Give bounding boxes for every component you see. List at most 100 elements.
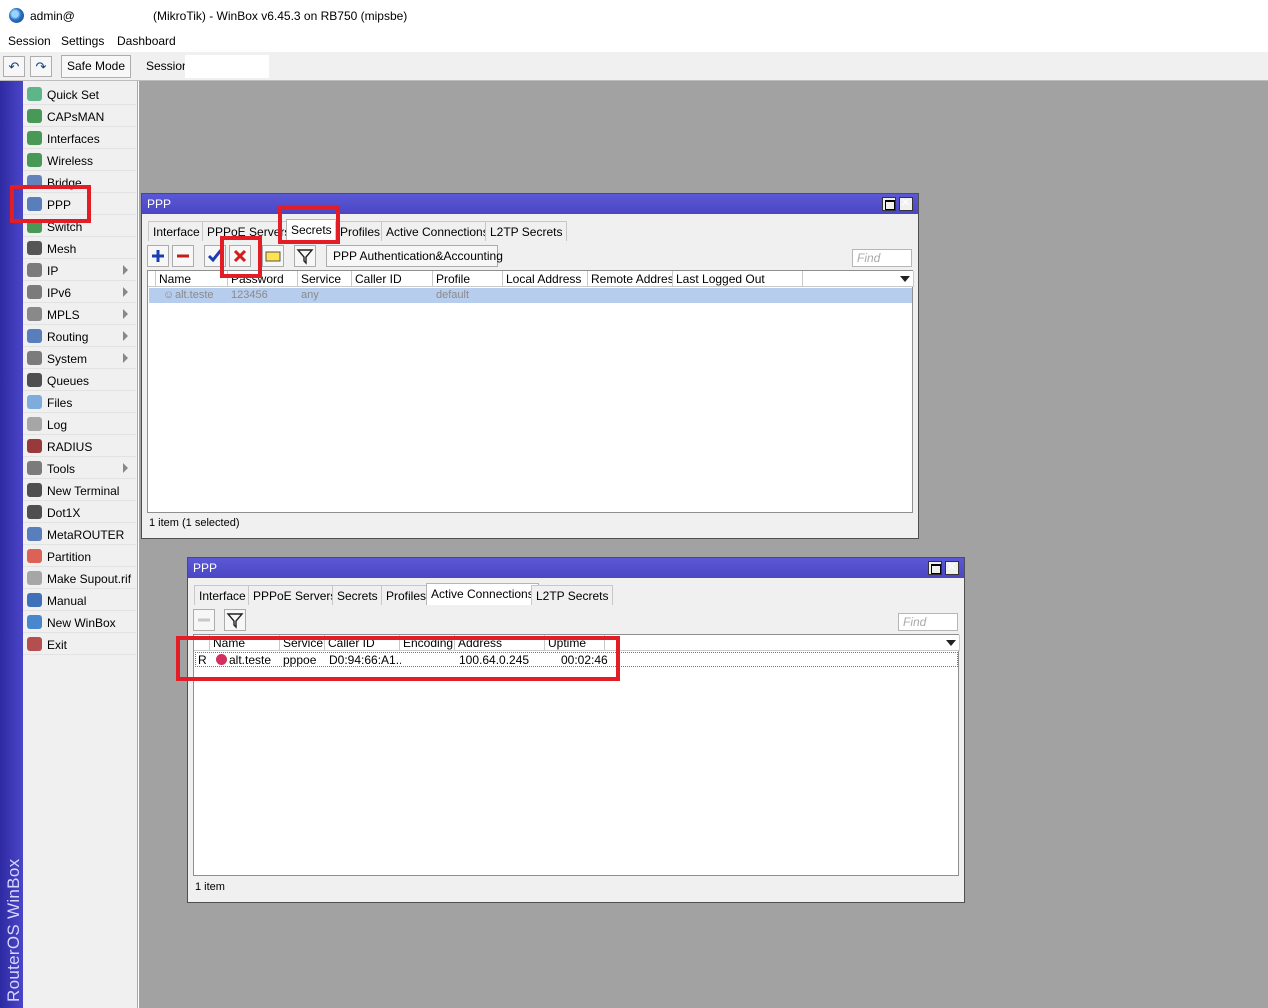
columns-dropdown-icon[interactable] [900,276,910,282]
sidebar-item-tools[interactable]: Tools [23,457,136,479]
sidebar-item-wireless[interactable]: Wireless [23,149,136,171]
sidebar-item-manual[interactable]: Manual [23,589,136,611]
sidebar-item-queues[interactable]: Queues [23,369,136,391]
tab-active-connections[interactable]: Active Connections [381,221,494,241]
filter-button[interactable] [224,609,246,631]
ip-icon [27,263,42,277]
col-name[interactable]: Name [156,271,228,287]
remove-button[interactable] [172,245,194,267]
sidebar-item-make-supout-rif[interactable]: Make Supout.rif [23,567,136,589]
tab-interface[interactable]: Interface [194,585,251,605]
sidebar-item-label: Exit [47,638,68,652]
user-icon: ☺ [163,289,175,301]
filter-icon [296,249,314,265]
submenu-arrow-icon [123,265,128,275]
window-titlebar[interactable]: PPP [188,558,964,578]
menu-session[interactable]: Session [8,34,51,48]
maximize-button[interactable] [882,197,896,211]
filter-icon [226,613,244,629]
sidebar-item-label: Routing [47,330,89,344]
mpls-icon [27,307,42,321]
col-caller-id[interactable]: Caller ID [352,271,433,287]
sidebar-item-log[interactable]: Log [23,413,136,435]
sidebar-item-partition[interactable]: Partition [23,545,136,567]
safe-mode-button[interactable]: Safe Mode [61,55,131,78]
sidebar-item-dot1x[interactable]: Dot1X [23,501,136,523]
window-titlebar[interactable]: PPP [142,194,918,214]
redo-button[interactable]: ↷ [30,56,52,77]
tools-icon [27,461,42,475]
submenu-arrow-icon [123,309,128,319]
quick-set-icon [27,87,42,101]
partition-icon [27,549,42,563]
find-input[interactable]: Find [852,249,912,267]
sidebar-item-ipv6[interactable]: IPv6 [23,281,136,303]
queues-icon [27,373,42,387]
status-text: 1 item [195,881,225,893]
sidebar-item-ip[interactable]: IP [23,259,136,281]
sidebar-item-interfaces[interactable]: Interfaces [23,127,136,149]
radius-icon [27,439,42,453]
sidebar-item-mpls[interactable]: MPLS [23,303,136,325]
table-row[interactable]: ☺ alt.teste 123456 any default [149,288,912,303]
close-button[interactable] [899,196,913,211]
tab-pppoe-servers[interactable]: PPPoE Servers [248,585,342,605]
col-remote-address[interactable]: Remote Address [588,271,673,287]
sidebar-item-files[interactable]: Files [23,391,136,413]
col-profile[interactable]: Profile [433,271,503,287]
window-title: (MikroTik) - WinBox v6.45.3 on RB750 (mi… [153,9,408,23]
sidebar-item-routing[interactable]: Routing [23,325,136,347]
tab-l2tp-secrets[interactable]: L2TP Secrets [485,221,568,241]
submenu-arrow-icon [123,463,128,473]
col-service[interactable]: Service [298,271,352,287]
find-input[interactable]: Find [898,613,958,631]
remove-button[interactable] [193,609,215,631]
close-button[interactable] [945,560,959,575]
sidebar-item-capsman[interactable]: CAPsMAN [23,105,136,127]
tab-active-connections[interactable]: Active Connections [426,583,539,605]
ppp-auth-accounting-button[interactable]: PPP Authentication&Accounting [326,245,503,267]
sidebar-item-label: Files [47,396,73,410]
filter-button[interactable] [294,245,316,267]
sidebar-item-label: Manual [47,594,87,608]
sidebar-item-new-terminal[interactable]: New Terminal [23,479,136,501]
tab-secrets[interactable]: Secrets [332,585,383,605]
highlight-secrets-tab [278,206,340,244]
sidebar-item-label: New WinBox [47,616,116,630]
col-last-logged-out[interactable]: Last Logged Out [673,271,803,287]
comment-button[interactable] [262,245,284,267]
sidebar-item-label: New Terminal [47,484,120,498]
sidebar-item-metarouter[interactable]: MetaROUTER [23,523,136,545]
sidebar-item-quick-set[interactable]: Quick Set [23,83,136,105]
sidebar-item-radius[interactable]: RADIUS [23,435,136,457]
sidebar-item-label: MetaROUTER [47,528,125,542]
session-field[interactable] [185,55,269,78]
window-title: PPP [147,197,172,211]
menu-settings[interactable]: Settings [61,34,104,48]
exit-icon [27,637,42,651]
columns-dropdown-icon[interactable] [946,640,956,646]
secrets-table: Name Password Service Caller ID Profile … [147,270,914,513]
col-local-address[interactable]: Local Address [503,271,588,287]
tab-l2tp-secrets[interactable]: L2TP Secrets [531,585,614,605]
sidebar-item-label: Wireless [47,154,94,168]
sidebar-item-new-winbox[interactable]: New WinBox [23,611,136,633]
log-icon [27,417,42,431]
sidebar-item-mesh[interactable]: Mesh [23,237,136,259]
submenu-arrow-icon [123,353,128,363]
sidebar-item-label: Quick Set [47,88,100,102]
tab-interface[interactable]: Interface [148,221,205,241]
highlight-ppp-menu [10,185,91,223]
maximize-button[interactable] [928,561,942,575]
add-button[interactable] [147,245,169,267]
winbox-icon [27,615,42,629]
menu-dashboard[interactable]: Dashboard [117,34,176,48]
sidebar-item-exit[interactable]: Exit [23,633,136,655]
dot1x-icon [27,505,42,519]
sidebar-item-system[interactable]: System [23,347,136,369]
undo-button[interactable]: ↶ [3,56,25,77]
sidebar-item-label: CAPsMAN [47,110,105,124]
tab-profiles[interactable]: Profiles [335,221,386,241]
sidebar-item-label: MPLS [47,308,80,322]
tab-profiles[interactable]: Profiles [381,585,432,605]
